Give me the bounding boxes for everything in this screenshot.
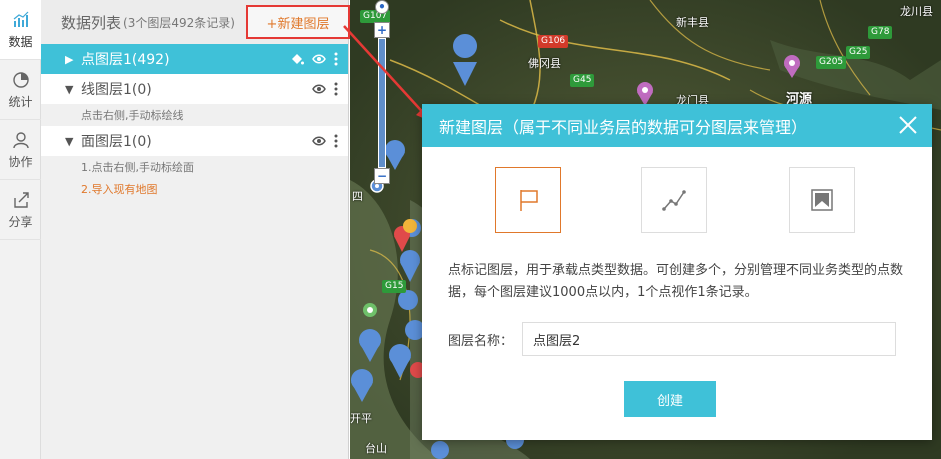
user-icon xyxy=(12,131,29,148)
zoom-handle[interactable]: • xyxy=(375,0,389,14)
map-place-label: 佛冈县 xyxy=(528,57,561,70)
dialog-title: 新建图层（属于不同业务层的数据可分图层来管理） xyxy=(439,117,808,137)
zoom-control: • + − xyxy=(374,0,390,184)
data-list-panel: 数据列表 (3个图层492条记录) +新建图层 ▶ 点图层1(492) ▼ 线图… xyxy=(41,0,350,459)
rail-item-label: 协作 xyxy=(8,154,33,169)
bar-chart-icon xyxy=(13,11,28,27)
pie-chart-icon xyxy=(12,71,29,88)
layer-type-description: 点标记图层，用于承载点类型数据。可创建多个，分别管理不同业务类型的点数据，每个图… xyxy=(448,263,904,300)
zoom-slider-track[interactable] xyxy=(378,38,386,168)
close-icon[interactable] xyxy=(898,115,918,135)
panel-subtitle: (3个图层492条记录) xyxy=(123,15,235,30)
map-place-label: 四 xyxy=(352,190,363,203)
layer-name-input[interactable] xyxy=(522,322,896,356)
road-shield: G106 xyxy=(538,35,569,48)
rail-item-data[interactable]: 数据 xyxy=(0,0,41,60)
layer-hint: 点击右侧,手动标绘线 xyxy=(41,104,348,126)
layer-name: 面图层1(0) xyxy=(81,134,152,150)
import-map-link[interactable]: 2.导入现有地图 xyxy=(41,178,348,200)
road-shield: G15 xyxy=(382,280,407,293)
rail-item-label: 分享 xyxy=(8,214,33,229)
rail-item-share[interactable]: 分享 xyxy=(0,180,41,240)
dialog-header: 新建图层（属于不同业务层的数据可分图层来管理） xyxy=(422,104,932,147)
share-icon xyxy=(13,191,29,208)
polyline-icon xyxy=(662,190,686,211)
eye-icon[interactable] xyxy=(312,134,326,148)
road-shield: G78 xyxy=(868,26,893,39)
more-menu-icon[interactable] xyxy=(334,134,338,148)
collapse-icon[interactable]: ▼ xyxy=(65,135,81,148)
layer-type-selector xyxy=(422,167,932,233)
map-place-label: 台山 xyxy=(365,442,387,455)
point-layer-type-button[interactable] xyxy=(495,167,561,233)
expand-icon[interactable]: ▶ xyxy=(65,53,81,66)
rail-item-stats[interactable]: 统计 xyxy=(0,60,41,120)
road-shield: G205 xyxy=(816,56,847,69)
new-layer-dialog: 新建图层（属于不同业务层的数据可分图层来管理） 点标记图层，用于承载点类型数据。… xyxy=(422,104,932,440)
rail-item-label: 数据 xyxy=(8,34,33,49)
collapse-icon[interactable]: ▼ xyxy=(65,83,81,96)
layer-name: 点图层1(492) xyxy=(81,52,170,68)
map-place-label: 开平 xyxy=(350,412,372,425)
more-menu-icon[interactable] xyxy=(334,52,338,66)
road-shield: G25 xyxy=(846,46,871,59)
layer-row-polygon[interactable]: ▼ 面图层1(0) xyxy=(41,126,348,156)
layer-row-point[interactable]: ▶ 点图层1(492) xyxy=(41,44,348,74)
layer-row-line[interactable]: ▼ 线图层1(0) xyxy=(41,74,348,104)
layer-hint[interactable]: 1.点击右侧,手动标绘面 xyxy=(41,156,348,178)
panel-header: 数据列表 (3个图层492条记录) +新建图层 xyxy=(41,0,350,44)
layer-name: 线图层1(0) xyxy=(81,82,152,98)
polygon-icon xyxy=(811,189,833,211)
road-shield: G45 xyxy=(570,74,595,87)
paint-bucket-icon[interactable] xyxy=(290,52,304,66)
app-root: 数据 统计 协作 分享 数据列表 (3个图层492条记录) +新建图层 ▶ 点图… xyxy=(0,0,941,459)
rail-item-collab[interactable]: 协作 xyxy=(0,120,41,180)
eye-icon[interactable] xyxy=(312,52,326,66)
eye-icon[interactable] xyxy=(312,82,326,96)
map-place-label: 新丰县 xyxy=(676,16,709,29)
polygon-layer-type-button[interactable] xyxy=(789,167,855,233)
layer-name-label: 图层名称： xyxy=(448,334,514,349)
flag-icon xyxy=(520,190,538,211)
create-button[interactable]: 创建 xyxy=(624,381,716,417)
new-layer-button[interactable]: +新建图层 xyxy=(246,5,350,39)
line-layer-type-button[interactable] xyxy=(641,167,707,233)
zoom-out-button[interactable]: − xyxy=(374,168,390,184)
panel-title: 数据列表 xyxy=(61,13,122,32)
zoom-in-button[interactable]: + xyxy=(374,22,390,38)
more-menu-icon[interactable] xyxy=(334,82,338,96)
left-rail: 数据 统计 协作 分享 xyxy=(0,0,41,459)
rail-item-label: 统计 xyxy=(8,94,33,109)
map-place-label: 龙川县 xyxy=(900,5,933,18)
